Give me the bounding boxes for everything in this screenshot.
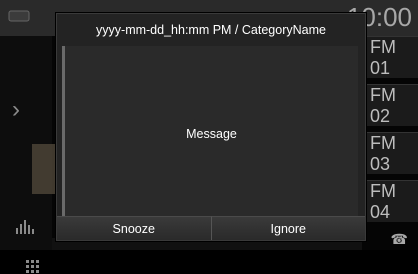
dialog-title: yyyy-mm-dd_hh:mm PM / CategoryName [57, 14, 365, 46]
dialog-message-area: Message [62, 46, 358, 222]
snooze-button[interactable]: Snooze [57, 216, 211, 240]
preset-button[interactable]: FM 03 [364, 132, 418, 174]
dialog-actions: Snooze Ignore [57, 216, 365, 240]
preset-button[interactable]: FM 01 [364, 36, 418, 78]
preset-button[interactable]: FM 02 [364, 84, 418, 126]
equalizer-icon[interactable] [14, 216, 40, 236]
ignore-button[interactable]: Ignore [210, 216, 365, 240]
preset-button[interactable]: FM 04 [364, 180, 418, 222]
preset-list: FM 01 FM 02 FM 03 FM 04 [362, 36, 418, 226]
grid-menu-icon[interactable] [26, 260, 40, 274]
phone-icon[interactable]: ☎ [391, 231, 408, 248]
chevron-left-icon[interactable]: › [12, 96, 26, 126]
album-art-thumbnail [32, 144, 56, 194]
left-rail: › [0, 36, 56, 273]
dialog-message: Message [186, 127, 237, 141]
source-icon[interactable] [8, 8, 30, 24]
notification-dialog: yyyy-mm-dd_hh:mm PM / CategoryName Messa… [56, 13, 366, 241]
